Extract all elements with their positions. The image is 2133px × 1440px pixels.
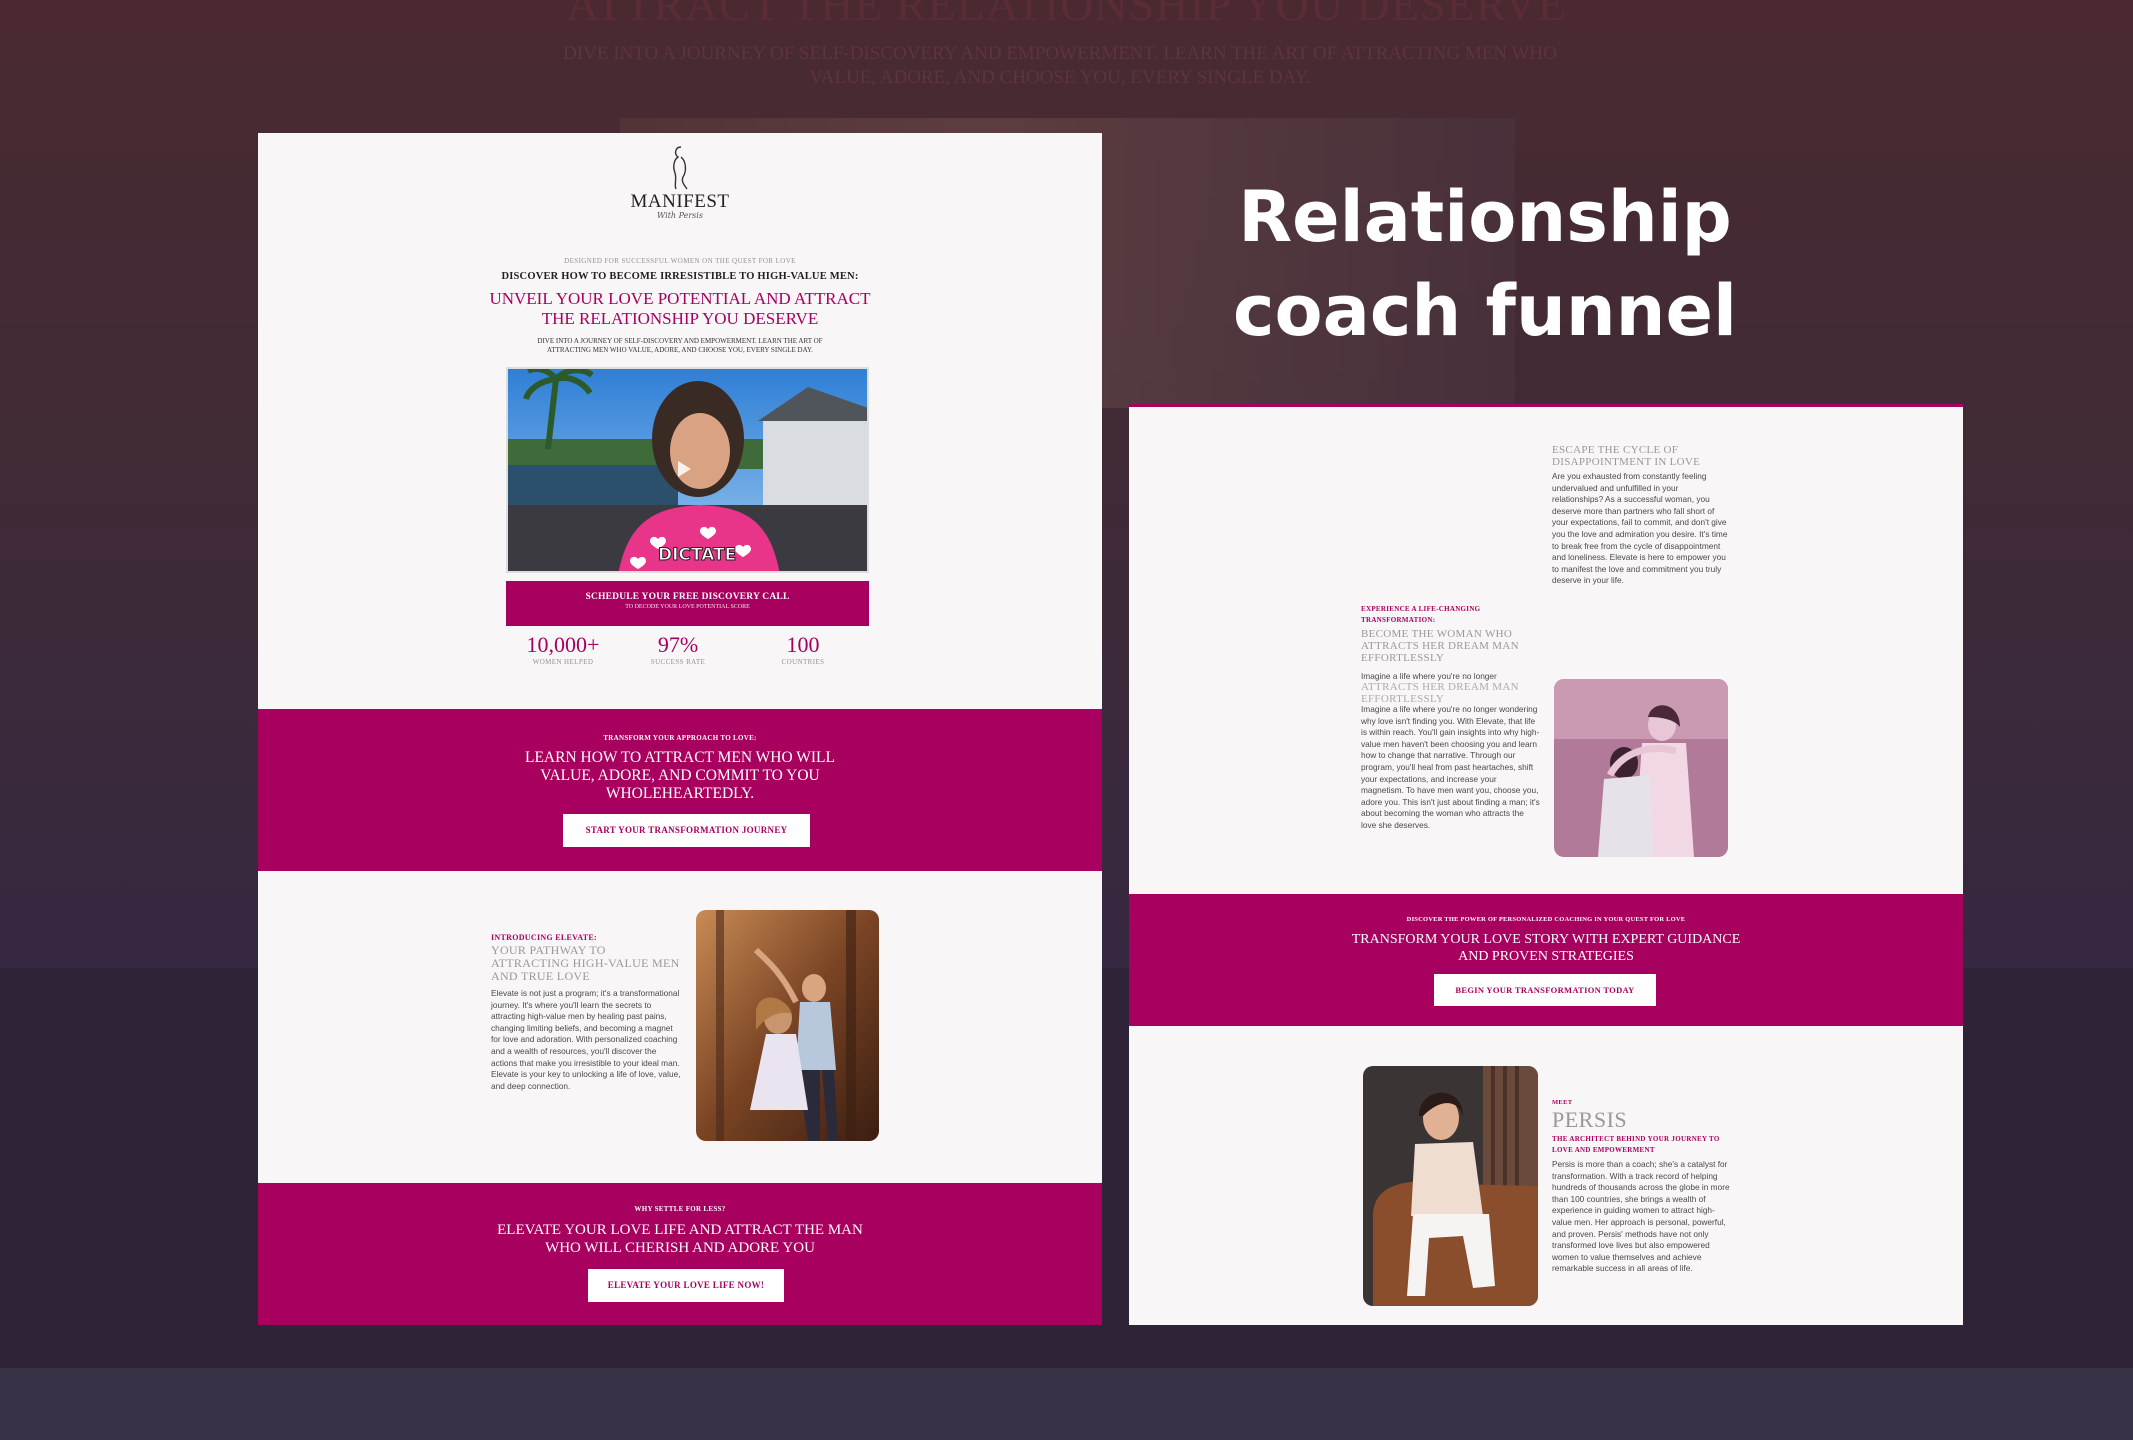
stat-label: WOMEN HELPED [532,658,594,666]
persis-portrait-photo [1363,1066,1538,1306]
experience-ghost-heading: ATTRACTS HER DREAM MAN EFFORTLESSLY [1361,681,1519,705]
funnel-page-right: ESCAPE THE CYCLE OF DISAPPOINTMENT IN LO… [1129,404,1963,1325]
elevate-band: WHY SETTLE FOR LESS? ELEVATE YOUR LOVE L… [258,1183,1102,1325]
logo-name: MANIFEST [630,191,730,212]
page-subtitle: DIVE INTO A JOURNEY OF SELF-DISCOVERY AN… [537,337,823,354]
escape-body: Are you exhausted from constantly feelin… [1552,471,1728,586]
couple-dancing-photo [696,910,879,1141]
meet-label: MEET [1552,1099,1573,1106]
video-caption: DICTATE [657,545,737,566]
stat-countries: 100 COUNTRIES [753,632,853,666]
elevate-band-title: ELEVATE YOUR LOVE LIFE AND ATTRACT THE M… [497,1222,863,1256]
elevate-body: Elevate is not just a program; it's a tr… [491,988,681,1091]
funnel-page-left: MANIFEST With Persis DESIGNED FOR SUCCES… [258,133,1102,1325]
experience-label: EXPERIENCE A LIFE-CHANGING TRANSFORMATIO… [1361,605,1481,624]
stat-success-rate: 97% SUCCESS RATE [628,632,728,666]
discovery-call-sublabel: TO DECODE YOUR LOVE POTENTIAL SCORE [625,604,750,610]
persis-name: PERSIS [1552,1107,1628,1132]
background-subtitle: DIVE INTO A JOURNEY OF SELF-DISCOVERY AN… [563,43,1557,88]
coaching-band: DISCOVER THE POWER OF PERSONALIZED COACH… [1129,894,1963,1026]
background-title: ATTRACT THE RELATIONSHIP YOU DESERVE [566,0,1567,30]
logo: MANIFEST With Persis [258,145,1102,220]
persis-body: Persis is more than a coach; she's a cat… [1552,1159,1730,1274]
couple-embrace-photo [1554,679,1728,857]
stat-label: SUCCESS RATE [650,658,706,666]
stat-value: 97% [657,632,699,657]
begin-transformation-button[interactable]: BEGIN YOUR TRANSFORMATION TODAY [1434,974,1656,1006]
elevate-band-eyebrow: WHY SETTLE FOR LESS? [634,1205,726,1213]
stat-value: 100 [786,632,820,657]
logo-script: With Persis [657,211,703,220]
kicker: DISCOVER HOW TO BECOME IRRESISTIBLE TO H… [501,271,859,282]
headline: Relationship coach funnel [1233,176,1737,352]
stat-value: 10,000+ [526,632,600,657]
stat-women-helped: 10,000+ WOMEN HELPED [503,632,623,666]
elevate-label: INTRODUCING ELEVATE: [491,933,597,942]
eyebrow: DESIGNED FOR SUCCESSFUL WOMEN ON THE QUE… [564,257,796,265]
elevate-love-life-button[interactable]: ELEVATE YOUR LOVE LIFE NOW! [588,1269,784,1302]
background-bottom-band [0,1368,2133,1440]
discovery-call-label: SCHEDULE YOUR FREE DISCOVERY CALL [585,592,790,602]
experience-body: Imagine a life where you're no longer wo… [1361,704,1540,830]
start-transformation-button[interactable]: START YOUR TRANSFORMATION JOURNEY [563,814,810,847]
video-player[interactable]: DICTATE [506,367,869,573]
page-title: UNVEIL YOUR LOVE POTENTIAL AND ATTRACT T… [489,289,871,328]
transform-eyebrow: TRANSFORM YOUR APPROACH TO LOVE: [603,734,757,742]
persis-tagline: THE ARCHITECT BEHIND YOUR JOURNEY TO LOV… [1552,1135,1720,1154]
transform-band: TRANSFORM YOUR APPROACH TO LOVE: LEARN H… [258,709,1102,871]
elevate-heading: YOUR PATHWAY TO ATTRACTING HIGH-VALUE ME… [491,943,680,983]
coaching-eyebrow: DISCOVER THE POWER OF PERSONALIZED COACH… [1406,916,1686,923]
escape-heading: ESCAPE THE CYCLE OF DISAPPOINTMENT IN LO… [1552,444,1701,468]
stat-label: COUNTRIES [781,658,825,666]
transform-title: LEARN HOW TO ATTRACT MEN WHO WILL VALUE,… [525,749,835,802]
coaching-title: TRANSFORM YOUR LOVE STORY WITH EXPERT GU… [1351,932,1741,964]
logo-figure-icon [673,146,688,190]
play-icon[interactable] [678,461,691,477]
experience-heading: BECOME THE WOMAN WHO ATTRACTS HER DREAM … [1361,628,1519,664]
discovery-call-button[interactable]: SCHEDULE YOUR FREE DISCOVERY CALL TO DEC… [506,581,869,626]
